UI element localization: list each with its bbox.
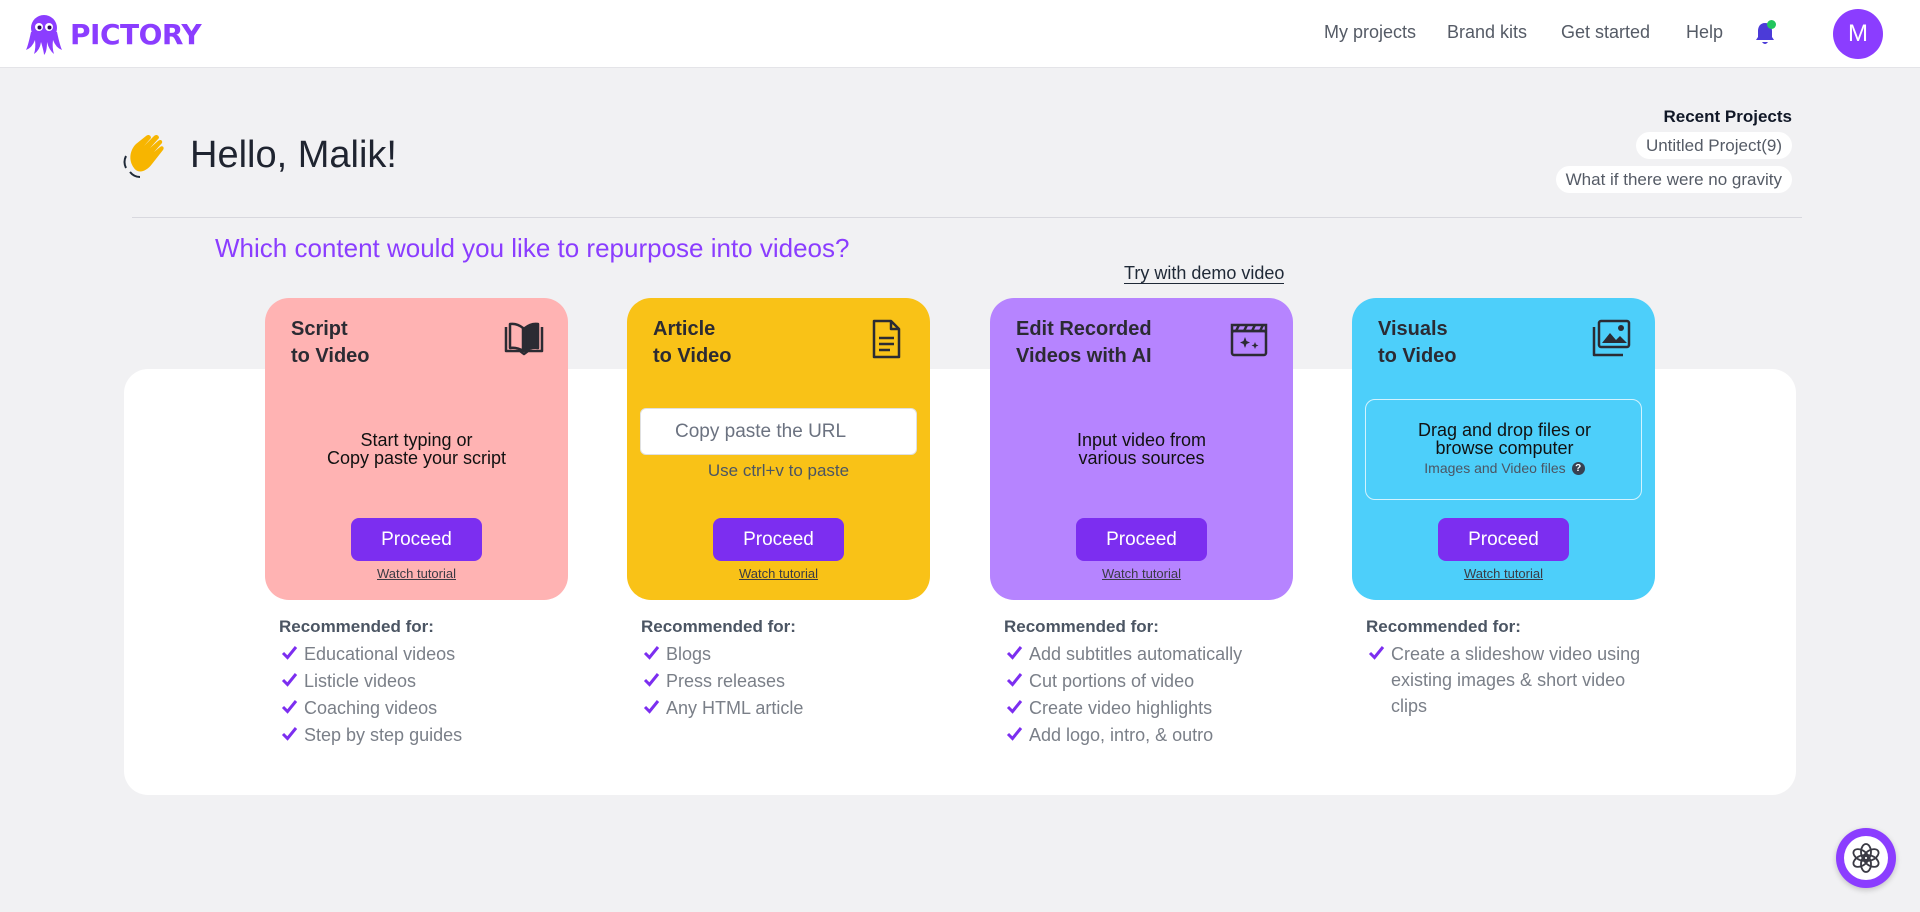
- recommended-title: Recommended for:: [279, 617, 434, 636]
- recommended-section: Recommended for: Add subtitles automatic…: [1004, 614, 1304, 749]
- nav-brand-kits[interactable]: Brand kits: [1447, 22, 1527, 46]
- watch-tutorial-link[interactable]: Watch tutorial: [990, 566, 1293, 581]
- nav-help[interactable]: Help: [1686, 22, 1723, 46]
- recommended-list: Educational videos Listicle videos Coach…: [279, 641, 579, 749]
- list-item: Add subtitles automatically: [1004, 641, 1304, 668]
- divider: [132, 217, 1802, 218]
- check-icon: [643, 646, 660, 660]
- chat-assistant-icon: [1852, 843, 1880, 873]
- check-icon: [281, 646, 298, 660]
- content-question: Which content would you like to repurpos…: [215, 233, 850, 263]
- check-icon: [1006, 673, 1023, 687]
- brand-name: PICTORY: [70, 17, 202, 51]
- check-icon: [1006, 646, 1023, 660]
- proceed-button[interactable]: Proceed: [1076, 518, 1207, 561]
- card-visuals-to-video[interactable]: Visuals to Video Drag and drop files or …: [1352, 298, 1655, 600]
- check-icon: [643, 673, 660, 687]
- card-title: Script to Video: [291, 318, 370, 367]
- recommended-title: Recommended for:: [641, 617, 796, 636]
- list-item: Blogs: [641, 641, 941, 668]
- list-item: Press releases: [641, 668, 941, 695]
- watch-tutorial-link[interactable]: Watch tutorial: [265, 566, 568, 581]
- document-icon: [872, 319, 901, 359]
- card-edit-recorded-videos[interactable]: Edit Recorded Videos with AI Input video…: [990, 298, 1293, 600]
- check-icon: [1006, 727, 1023, 741]
- chat-inner: [1844, 836, 1888, 880]
- recommended-list: Create a slideshow video using existing …: [1366, 641, 1666, 719]
- proceed-button[interactable]: Proceed: [1438, 518, 1569, 561]
- recommended-title: Recommended for:: [1004, 617, 1159, 636]
- paste-hint: Use ctrl+v to paste: [707, 461, 850, 480]
- proceed-button[interactable]: Proceed: [713, 518, 844, 561]
- list-item: Create a slideshow video using existing …: [1366, 641, 1646, 719]
- top-header: PICTORY My projects Brand kits Get start…: [0, 0, 1920, 68]
- list-item: Step by step guides: [279, 722, 579, 749]
- check-icon: [281, 700, 298, 714]
- waving-hand-icon: [123, 134, 164, 178]
- nav-my-projects[interactable]: My projects: [1324, 22, 1416, 46]
- pictory-logo[interactable]: PICTORY: [24, 12, 202, 56]
- list-item: Coaching videos: [279, 695, 579, 722]
- check-icon: [643, 700, 660, 714]
- check-icon: [1006, 700, 1023, 714]
- image-gallery-icon: [1592, 319, 1631, 357]
- recent-projects-title: Recent Projects: [1663, 107, 1793, 126]
- proceed-button[interactable]: Proceed: [351, 518, 482, 561]
- watch-tutorial-link[interactable]: Watch tutorial: [627, 566, 930, 581]
- check-icon: [281, 673, 298, 687]
- card-description: Start typing or Copy paste your script: [326, 430, 507, 468]
- greeting-heading: Hello, Malik!: [190, 134, 397, 176]
- article-url-input[interactable]: [640, 408, 917, 455]
- dropzone-text: Drag and drop files or browse computer: [1417, 420, 1592, 458]
- card-description: Input video from various sources: [1076, 430, 1207, 468]
- recent-project-item[interactable]: Untitled Project(9): [1635, 132, 1792, 159]
- chat-assistant-button[interactable]: [1836, 828, 1896, 888]
- file-dropzone[interactable]: Drag and drop files or browse computer I…: [1365, 399, 1642, 500]
- recommended-section: Recommended for: Blogs Press releases An…: [641, 614, 941, 722]
- list-item: Create video highlights: [1004, 695, 1304, 722]
- recommended-title: Recommended for:: [1366, 617, 1521, 636]
- card-title: Edit Recorded Videos with AI: [1016, 318, 1152, 367]
- check-icon: [281, 727, 298, 741]
- list-item: Cut portions of video: [1004, 668, 1304, 695]
- list-item: Add logo, intro, & outro: [1004, 722, 1304, 749]
- user-avatar[interactable]: M: [1833, 9, 1883, 59]
- recommended-list: Blogs Press releases Any HTML article: [641, 641, 941, 722]
- recommended-list: Add subtitles automatically Cut portions…: [1004, 641, 1304, 749]
- help-question-icon[interactable]: ?: [1571, 461, 1585, 475]
- try-demo-video-link[interactable]: Try with demo video: [1124, 263, 1285, 284]
- clapperboard-sparkle-icon: [1230, 323, 1268, 357]
- card-title: Visuals to Video: [1378, 318, 1457, 367]
- notification-dot: [1767, 20, 1776, 29]
- watch-tutorial-link[interactable]: Watch tutorial: [1352, 566, 1655, 581]
- list-item: Educational videos: [279, 641, 579, 668]
- recent-project-item[interactable]: What if there were no gravity: [1555, 166, 1792, 193]
- list-item: Any HTML article: [641, 695, 941, 722]
- octopus-logo-icon: [26, 15, 62, 55]
- recommended-section: Recommended for: Educational videos List…: [279, 614, 579, 749]
- open-book-icon: [504, 322, 544, 356]
- list-item: Listicle videos: [279, 668, 579, 695]
- dropzone-subtext: Images and Video files ?: [1366, 460, 1643, 476]
- card-script-to-video[interactable]: Script to Video Start typing or Copy pas…: [265, 298, 568, 600]
- nav-get-started[interactable]: Get started: [1561, 22, 1650, 46]
- card-article-to-video[interactable]: Article to Video Use ctrl+v to paste Pro…: [627, 298, 930, 600]
- recommended-section: Recommended for: Create a slideshow vide…: [1366, 614, 1666, 719]
- check-icon: [1368, 646, 1385, 660]
- card-title: Article to Video: [653, 318, 732, 367]
